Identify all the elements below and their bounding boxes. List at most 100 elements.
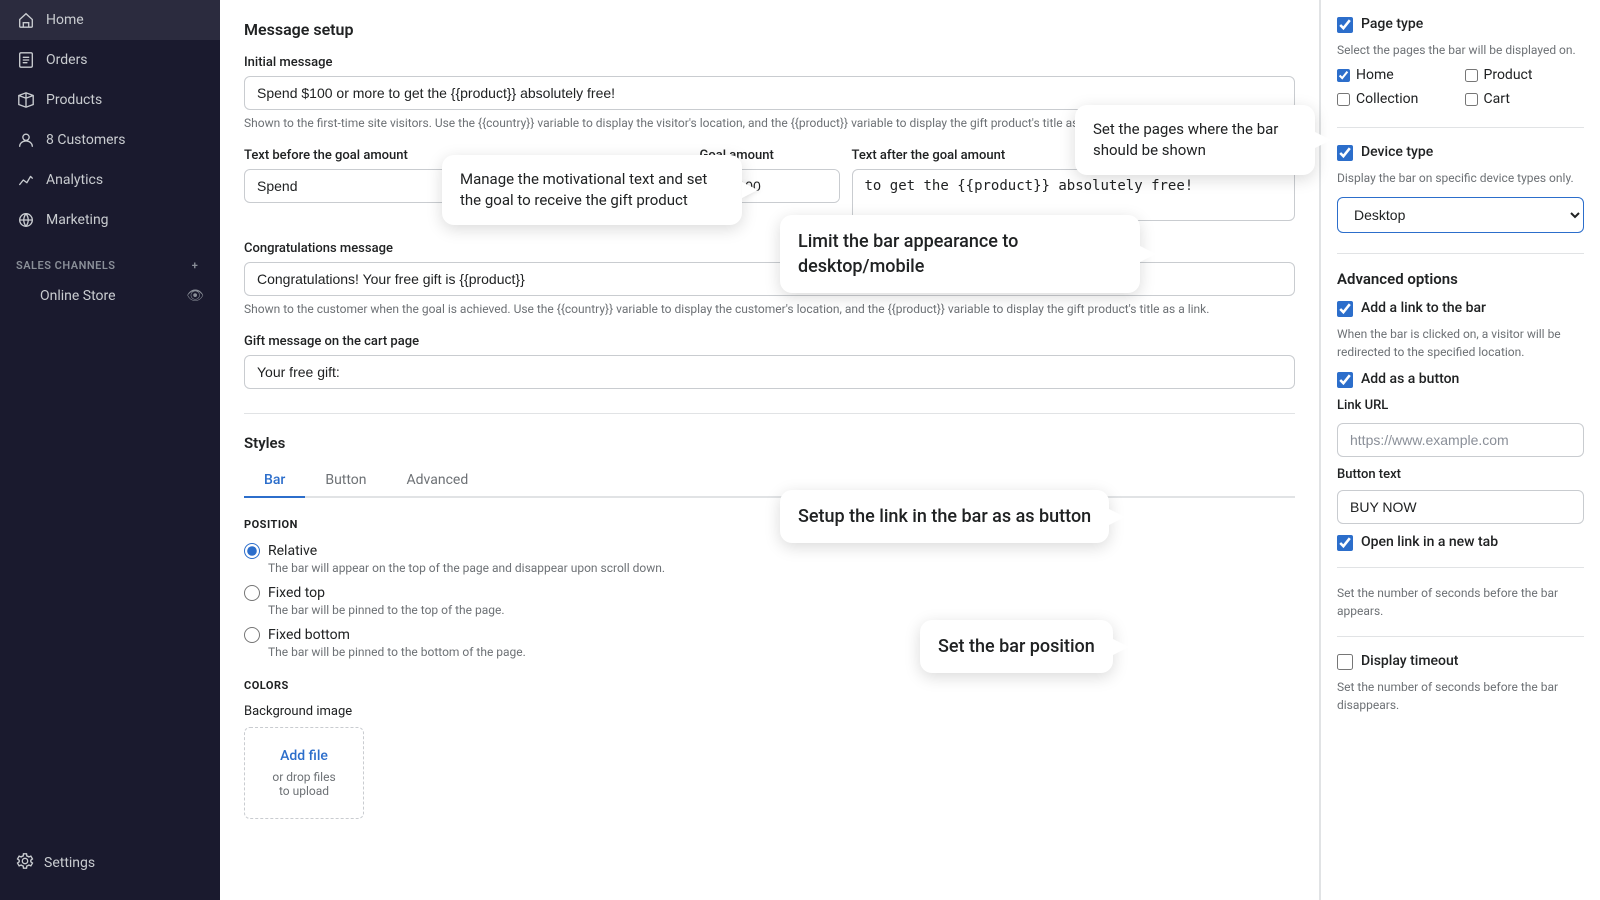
page-type-checkbox-row: Page type	[1337, 16, 1584, 33]
add-as-button-checkbox[interactable]	[1337, 372, 1353, 388]
styles-section: Styles Bar Button Advanced POSITION Rela…	[244, 413, 1295, 819]
display-timeout-hint: Set the number of seconds before the bar…	[1337, 584, 1584, 620]
home-icon	[16, 10, 36, 30]
device-type-select[interactable]: Desktop Mobile All	[1337, 197, 1584, 233]
display-timeout-checkbox-row: Display timeout	[1337, 653, 1584, 670]
page-collection-label: Collection	[1356, 91, 1418, 107]
open-new-tab-checkbox-row: Open link in a new tab	[1337, 534, 1584, 551]
position-fixed-top-radio[interactable]	[244, 585, 260, 601]
add-as-button-checkbox-row: Add as a button	[1337, 371, 1584, 388]
tab-bar[interactable]: Bar	[244, 464, 305, 498]
right-panel: Set the pages where the bar should be sh…	[1320, 0, 1600, 900]
display-timeout-checkbox[interactable]	[1337, 654, 1353, 670]
online-store-label: Online Store	[40, 288, 116, 304]
callout-bar-position: Set the bar position	[920, 620, 1113, 673]
sidebar-item-analytics[interactable]: Analytics	[0, 160, 220, 200]
sidebar-item-home[interactable]: Home	[0, 0, 220, 40]
link-url-label: Link URL	[1337, 398, 1584, 413]
sidebar-item-online-store[interactable]: Online Store 👁	[0, 280, 220, 312]
sidebar-item-products[interactable]: Products	[0, 80, 220, 120]
gift-message-label: Gift message on the cart page	[244, 334, 1295, 349]
position-relative-hint: The bar will appear on the top of the pa…	[268, 561, 1295, 575]
device-type-checkbox-row: Device type	[1337, 144, 1584, 161]
position-fixed-bottom-radio[interactable]	[244, 627, 260, 643]
open-new-tab-label: Open link in a new tab	[1361, 534, 1498, 550]
add-file-link[interactable]: Add file	[265, 748, 343, 764]
page-type-section: Page type Select the pages the bar will …	[1337, 16, 1584, 107]
position-fixed-top-label[interactable]: Fixed top	[244, 585, 1295, 601]
eye-icon: 👁	[186, 288, 204, 304]
callout-motivational-text: Manage the motivational text and set the…	[442, 155, 742, 225]
panel-divider-1	[1337, 127, 1584, 128]
analytics-icon	[16, 170, 36, 190]
sidebar-label-orders: Orders	[46, 52, 88, 68]
position-relative-label[interactable]: Relative	[244, 543, 1295, 559]
sidebar-item-orders[interactable]: Orders	[0, 40, 220, 80]
add-link-checkbox[interactable]	[1337, 301, 1353, 317]
orders-icon	[16, 50, 36, 70]
button-text-input[interactable]	[1337, 490, 1584, 524]
settings-label: Settings	[44, 855, 95, 871]
customers-icon	[16, 130, 36, 150]
products-icon	[16, 90, 36, 110]
page-home-checkbox[interactable]	[1337, 69, 1350, 82]
page-product-checkbox[interactable]	[1465, 69, 1478, 82]
page-type-grid: Home Product Collection Cart	[1337, 67, 1584, 107]
styles-title: Styles	[244, 434, 1295, 452]
position-section: POSITION Relative The bar will appear on…	[244, 518, 1295, 659]
page-cart-checkbox[interactable]	[1465, 93, 1478, 106]
page-home-label: Home	[1356, 67, 1394, 83]
device-type-section: Device type Display the bar on specific …	[1337, 144, 1584, 233]
sidebar-item-settings[interactable]: Settings	[16, 842, 204, 884]
page-type-hint: Select the pages the bar will be display…	[1337, 41, 1584, 59]
sidebar-bottom: Settings	[0, 826, 220, 900]
position-fixed-top-hint: The bar will be pinned to the top of the…	[268, 603, 1295, 617]
display-timeout-label: Display timeout	[1361, 653, 1458, 669]
sidebar-navigation: Home Orders Products 8 Customers Analyti…	[0, 0, 220, 826]
colors-title: COLORS	[244, 679, 1295, 692]
drop-text: or drop filesto upload	[265, 770, 343, 798]
page-cart-label: Cart	[1484, 91, 1510, 107]
position-fixed-top-option: Fixed top The bar will be pinned to the …	[244, 585, 1295, 617]
panel-divider-3	[1337, 567, 1584, 568]
open-new-tab-checkbox[interactable]	[1337, 535, 1353, 551]
gift-message-input[interactable]	[244, 355, 1295, 389]
initial-message-label: Initial message	[244, 55, 1295, 70]
page-product-item: Product	[1465, 67, 1585, 83]
page-collection-item: Collection	[1337, 91, 1457, 107]
add-sales-channel-button[interactable]: +	[186, 256, 204, 274]
styles-tab-bar: Bar Button Advanced	[244, 464, 1295, 498]
position-relative-option: Relative The bar will appear on the top …	[244, 543, 1295, 575]
sidebar-label-marketing: Marketing	[46, 212, 109, 228]
advanced-options-section: Advanced options Add a link to the bar W…	[1337, 270, 1584, 714]
callout-button-setup: Setup the link in the bar as as button	[780, 490, 1109, 543]
bg-image-label: Background image	[244, 704, 1295, 719]
add-link-checkbox-row: Add a link to the bar	[1337, 300, 1584, 317]
position-fixed-bottom-option: Fixed bottom The bar will be pinned to t…	[244, 627, 1295, 659]
file-drop-zone[interactable]: Add file or drop filesto upload	[244, 727, 364, 819]
tab-button[interactable]: Button	[305, 464, 386, 498]
button-text-label: Button text	[1337, 467, 1584, 482]
text-after-input[interactable]: to get the {{product}} absolutely free!	[852, 169, 1296, 221]
position-fixed-bottom-label[interactable]: Fixed bottom	[244, 627, 1295, 643]
advanced-title: Advanced options	[1337, 270, 1584, 288]
congrats-hint: Shown to the customer when the goal is a…	[244, 300, 1295, 318]
settings-icon	[16, 852, 34, 874]
main-area: Manage the motivational text and set the…	[220, 0, 1600, 900]
device-type-label: Device type	[1361, 144, 1433, 160]
page-product-label: Product	[1484, 67, 1533, 83]
page-type-checkbox[interactable]	[1337, 17, 1353, 33]
position-relative-radio[interactable]	[244, 543, 260, 559]
sidebar-label-products: Products	[46, 92, 102, 108]
sidebar-label-home: Home	[46, 12, 84, 28]
link-url-input[interactable]	[1337, 423, 1584, 457]
tab-advanced[interactable]: Advanced	[387, 464, 489, 498]
page-collection-checkbox[interactable]	[1337, 93, 1350, 106]
marketing-icon	[16, 210, 36, 230]
colors-section: COLORS Background image Add file or drop…	[244, 679, 1295, 819]
sidebar-item-marketing[interactable]: Marketing	[0, 200, 220, 240]
message-setup-title: Message setup	[244, 20, 1295, 39]
add-link-label: Add a link to the bar	[1361, 300, 1486, 316]
device-type-checkbox[interactable]	[1337, 145, 1353, 161]
sidebar-item-customers[interactable]: 8 Customers	[0, 120, 220, 160]
